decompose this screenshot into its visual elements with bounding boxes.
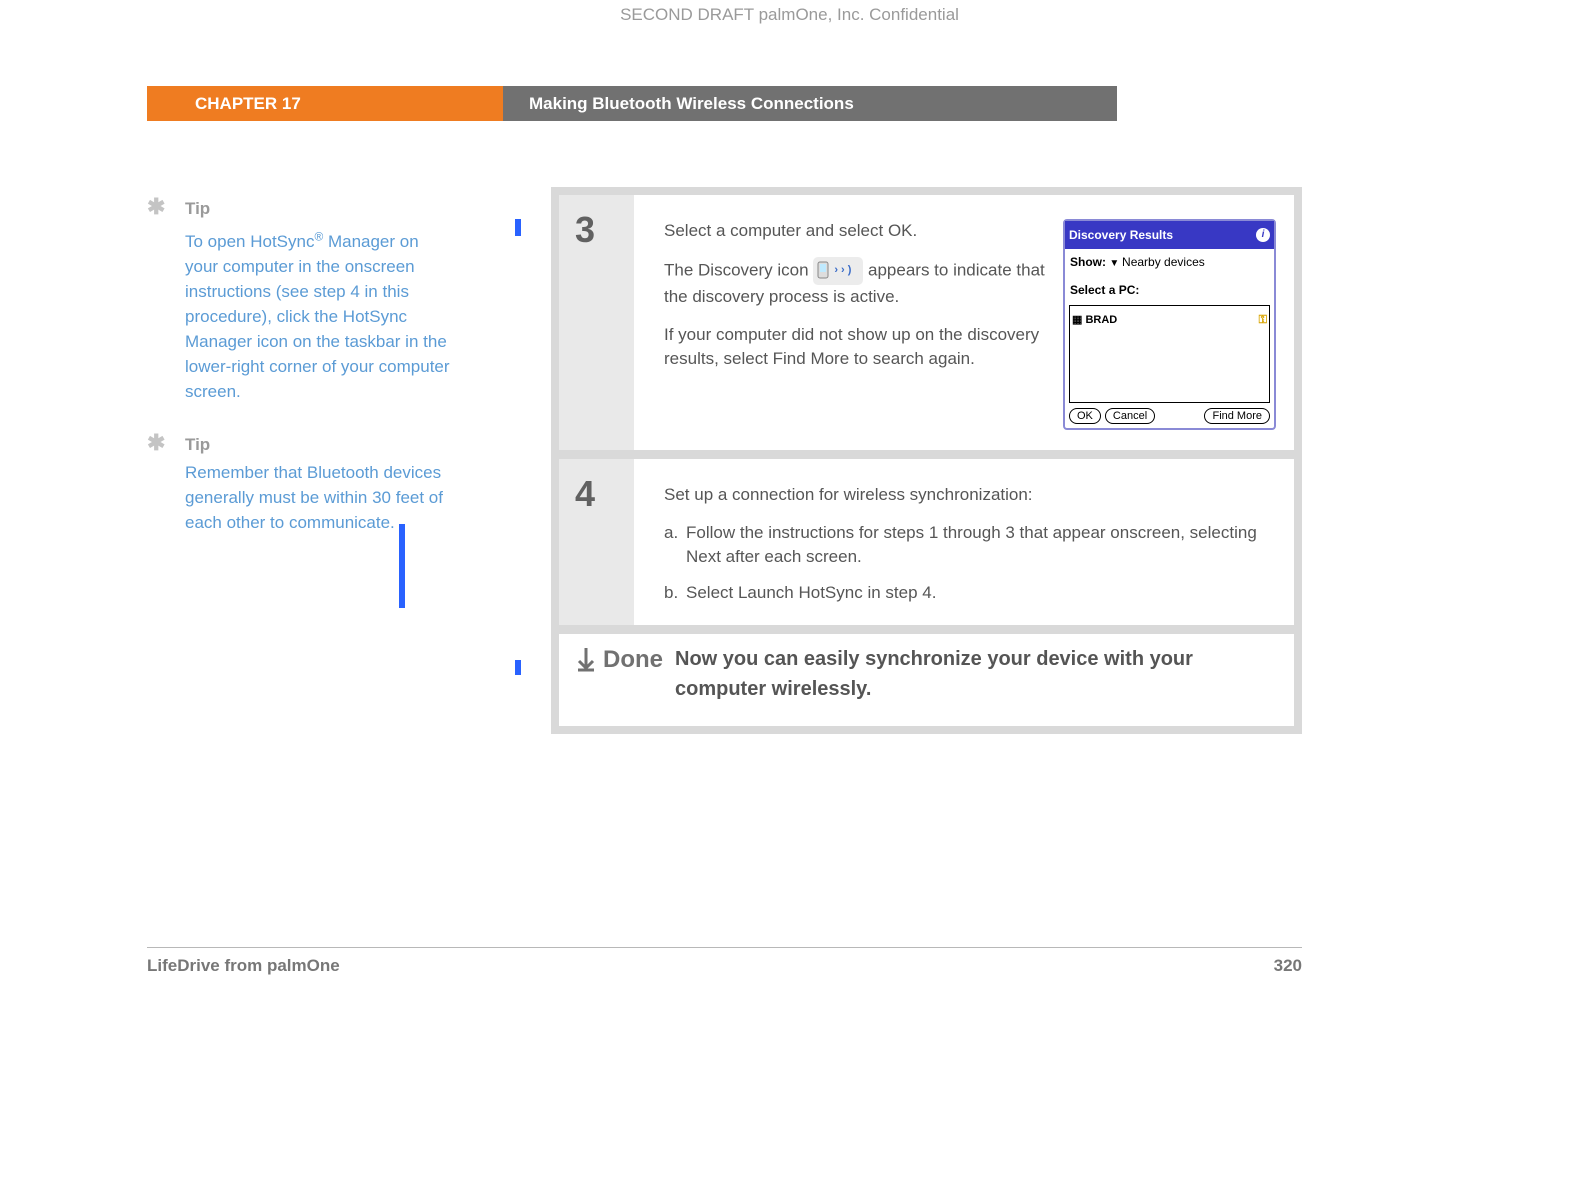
select-pc-label: Select a PC: — [1065, 277, 1274, 303]
ok-button[interactable]: OK — [1069, 408, 1101, 424]
tip-block: ✱ Tip Remember that Bluetooth devices ge… — [147, 432, 453, 535]
info-icon[interactable]: i — [1256, 228, 1270, 242]
find-more-button[interactable]: Find More — [1204, 408, 1270, 424]
revision-mark — [515, 219, 521, 236]
sidebar-tips: ✱ Tip To open HotSync® Manager on your c… — [147, 196, 453, 563]
down-arrow-icon — [575, 646, 597, 679]
tip-heading: Tip — [185, 196, 453, 221]
step-text: The Discovery icon › › ) appears to indi… — [664, 257, 1051, 309]
asterisk-icon: ✱ — [147, 196, 185, 404]
list-item[interactable]: ▦ BRAD ⚿ — [1072, 308, 1267, 332]
asterisk-icon: ✱ — [147, 432, 185, 535]
step-text: If your computer did not show up on the … — [664, 323, 1051, 371]
confidential-header: SECOND DRAFT palmOne, Inc. Confidential — [0, 5, 1579, 25]
done-label: Done — [603, 646, 663, 674]
show-value[interactable]: Nearby devices — [1122, 255, 1205, 269]
page-number: 320 — [1274, 956, 1302, 976]
step-3: 3 Select a computer and select OK. The D… — [559, 195, 1294, 450]
dropdown-icon[interactable]: ▼ — [1109, 258, 1122, 269]
discovery-icon: › › ) — [813, 257, 863, 285]
done-block: Done Now you can easily synchronize your… — [559, 634, 1294, 726]
step-text: Select a computer and select OK. — [664, 219, 1051, 243]
device-listbox[interactable]: ▦ BRAD ⚿ — [1069, 305, 1270, 403]
dialog-title: Discovery Results — [1069, 223, 1173, 247]
step-4: 4 Set up a connection for wireless synch… — [559, 459, 1294, 625]
chapter-number: CHAPTER 17 — [147, 86, 503, 121]
tip-block: ✱ Tip To open HotSync® Manager on your c… — [147, 196, 453, 404]
tip-heading: Tip — [185, 432, 453, 457]
revision-mark — [515, 660, 521, 675]
substep-text: Select Launch HotSync in step 4. — [686, 581, 936, 605]
step-number: 3 — [559, 195, 634, 450]
substep-text: Follow the instructions for steps 1 thro… — [686, 521, 1276, 569]
product-name: LifeDrive from palmOne — [147, 956, 340, 976]
steps-panel: 3 Select a computer and select OK. The D… — [551, 187, 1302, 734]
tip-link[interactable]: Remember that Bluetooth devices generall… — [185, 463, 443, 532]
substep-label: b. — [664, 581, 686, 605]
chapter-header-bar: CHAPTER 17 Making Bluetooth Wireless Con… — [0, 86, 1579, 121]
key-icon: ⚿ — [1259, 308, 1267, 332]
step-text: Set up a connection for wireless synchro… — [664, 483, 1276, 507]
substep-label: a. — [664, 521, 686, 569]
page-footer: LifeDrive from palmOne 320 — [147, 947, 1302, 976]
done-text: Now you can easily synchronize your devi… — [675, 641, 1276, 704]
discovery-results-dialog: Discovery Results i Show: ▼ Nearby devic… — [1063, 219, 1276, 430]
chapter-title: Making Bluetooth Wireless Connections — [503, 86, 1117, 121]
cancel-button[interactable]: Cancel — [1105, 408, 1155, 424]
show-label: Show: — [1070, 255, 1106, 269]
step-number: 4 — [559, 459, 634, 625]
tip-link[interactable]: To open HotSync® Manager on your compute… — [185, 232, 450, 401]
